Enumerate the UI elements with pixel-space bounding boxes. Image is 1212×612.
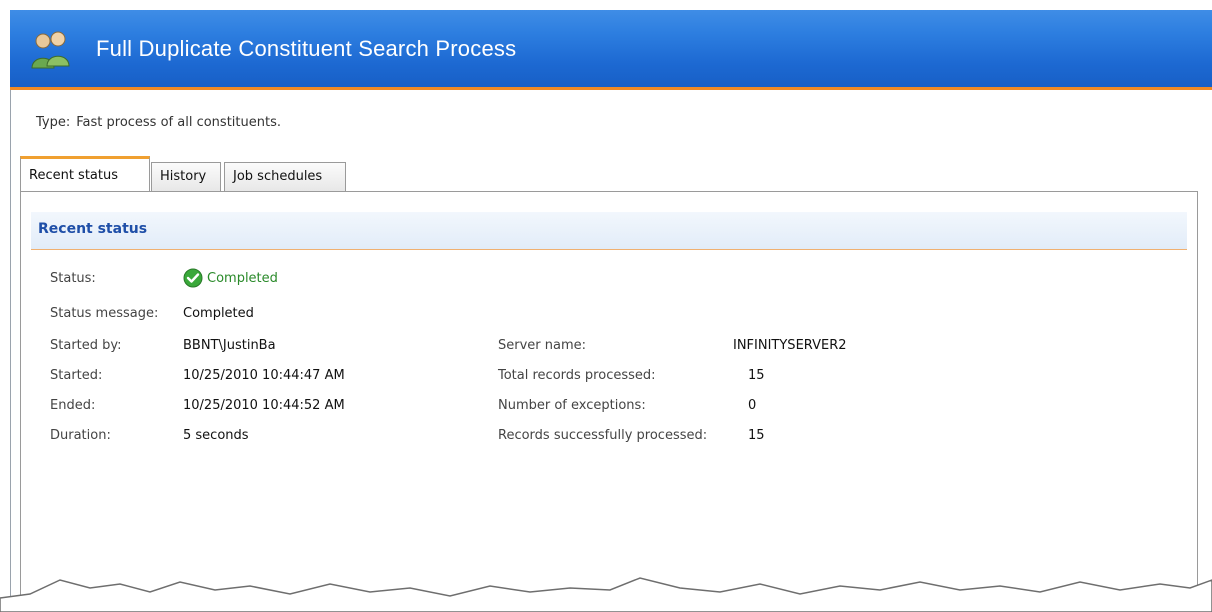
exceptions-label: Number of exceptions: bbox=[498, 398, 646, 413]
server-name-value: INFINITYSERVER2 bbox=[733, 338, 847, 353]
torn-edge-decoration bbox=[0, 577, 1212, 612]
type-value: Fast process of all constituents. bbox=[76, 115, 281, 130]
started-label: Started: bbox=[50, 368, 103, 383]
tab-recent-status[interactable]: Recent status bbox=[20, 156, 150, 192]
section-title: Recent status bbox=[38, 221, 148, 237]
tab-history[interactable]: History bbox=[151, 162, 221, 192]
window-header: Full Duplicate Constituent Search Proces… bbox=[10, 10, 1212, 90]
section-header: Recent status bbox=[31, 212, 1187, 250]
page: Full Duplicate Constituent Search Proces… bbox=[0, 0, 1212, 612]
type-label: Type: bbox=[36, 115, 71, 130]
constituents-icon bbox=[31, 31, 70, 69]
window-left-border bbox=[10, 90, 11, 612]
ended-value: 10/25/2010 10:44:52 AM bbox=[183, 398, 345, 413]
status-text: Completed bbox=[207, 270, 278, 286]
server-name-label: Server name: bbox=[498, 338, 587, 353]
tab-job-schedules[interactable]: Job schedules bbox=[224, 162, 346, 192]
window-title: Full Duplicate Constituent Search Proces… bbox=[96, 36, 517, 61]
status-label: Status: bbox=[50, 271, 96, 286]
total-records-value: 15 bbox=[748, 368, 765, 383]
exceptions-value: 0 bbox=[748, 398, 757, 413]
duration-value: 5 seconds bbox=[183, 428, 249, 443]
status-message-value: Completed bbox=[183, 306, 254, 321]
status-message-label: Status message: bbox=[50, 306, 159, 321]
process-type: Type: Fast process of all constituents. bbox=[36, 115, 281, 130]
records-success-label: Records successfully processed: bbox=[498, 428, 708, 443]
completed-check-icon bbox=[183, 268, 203, 288]
records-success-value: 15 bbox=[748, 428, 765, 443]
started-by-value: BBNT\JustinBa bbox=[183, 338, 276, 353]
total-records-label: Total records processed: bbox=[498, 368, 656, 383]
status-value: Completed bbox=[183, 268, 278, 288]
duration-label: Duration: bbox=[50, 428, 111, 443]
ended-label: Ended: bbox=[50, 398, 96, 413]
started-by-label: Started by: bbox=[50, 338, 122, 353]
started-value: 10/25/2010 10:44:47 AM bbox=[183, 368, 345, 383]
